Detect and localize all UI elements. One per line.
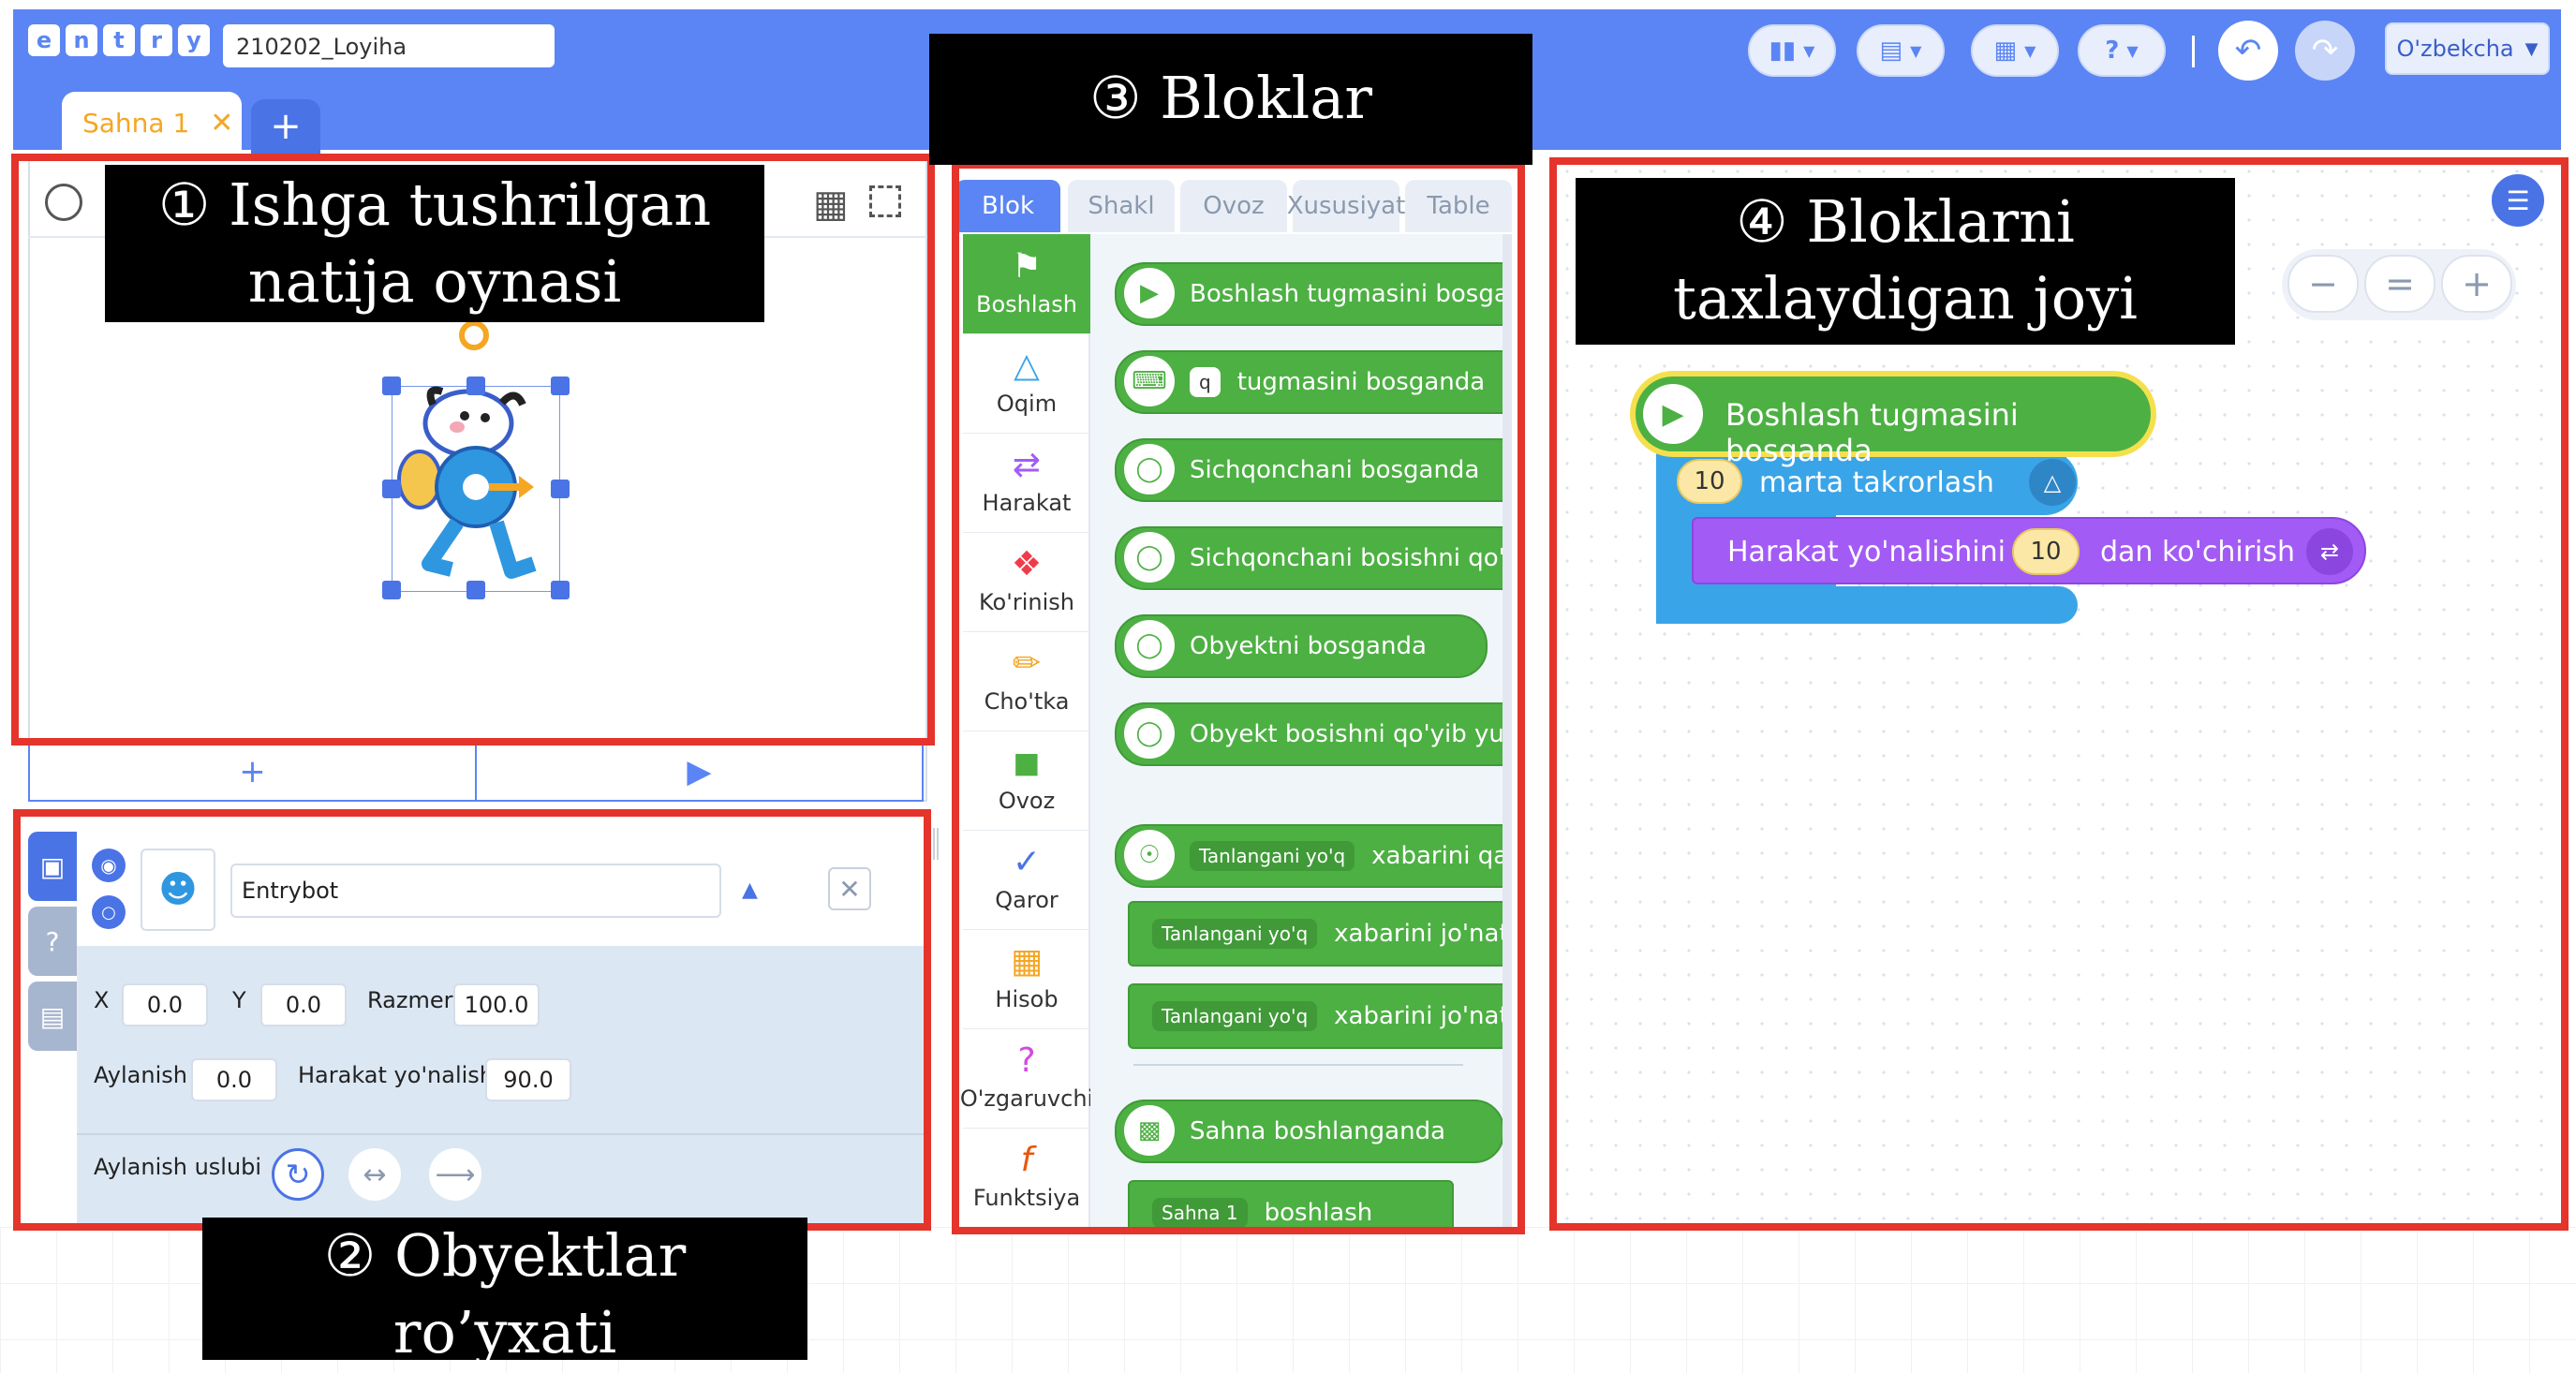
- scene-tab-label: Sahna 1: [82, 107, 190, 139]
- annotation-label-workspace: ④ Bloklarni taxlaydigan joyi: [1576, 178, 2235, 345]
- annotation-line: ② Obyektlar: [323, 1221, 687, 1290]
- chevron-down-icon: ▼: [2126, 41, 2139, 60]
- question-icon: ?: [2105, 37, 2120, 65]
- tab-scene-1[interactable]: Sahna 1 ✕: [62, 92, 242, 154]
- annotation-label-stage: ① Ishga tushrilgan natija oynasi: [105, 165, 764, 322]
- save-menu-button[interactable]: ▦ ▼: [1971, 24, 2059, 77]
- logo-letter: t: [103, 24, 135, 56]
- chevron-down-icon: ▼: [1803, 41, 1815, 60]
- annotation-line: ro’yxati: [392, 1298, 617, 1366]
- project-name-input[interactable]: 210202_Loyiha: [223, 24, 555, 67]
- redo-icon[interactable]: ↷: [2295, 21, 2355, 81]
- file-menu-button[interactable]: ▤ ▼: [1857, 24, 1945, 77]
- annotation-line: natija oynasi: [247, 247, 622, 316]
- logo-letter: y: [178, 24, 210, 56]
- document-icon: ▤: [1879, 37, 1903, 65]
- help-menu-button[interactable]: ? ▼: [2078, 24, 2166, 77]
- chevron-down-icon: ▼: [1910, 41, 1922, 60]
- annotation-box-objects: [13, 809, 931, 1231]
- splitter-handle[interactable]: [933, 828, 939, 860]
- annotation-line: ① Ishga tushrilgan: [157, 170, 712, 239]
- stage-controls: + ▶: [28, 744, 924, 802]
- annotation-line: taxlaydigan joyi: [1673, 264, 2138, 332]
- annotation-label-blocks: ③ Bloklar: [929, 34, 1532, 165]
- chevron-down-icon: ▼: [2524, 38, 2539, 59]
- undo-icon[interactable]: ↶: [2218, 21, 2278, 81]
- blocks-mode-icon: ▮▮: [1769, 37, 1797, 65]
- logo-letter: n: [66, 24, 97, 56]
- annotation-line: ④ Bloklarni: [1736, 187, 2075, 256]
- toolbar-divider: [2192, 36, 2195, 67]
- language-select[interactable]: O'zbekcha ▼: [2385, 22, 2550, 75]
- language-label: O'zbekcha: [2396, 36, 2514, 62]
- add-object-button[interactable]: +: [30, 744, 477, 800]
- mode-menu-button[interactable]: ▮▮ ▼: [1748, 24, 1836, 77]
- chevron-down-icon: ▼: [2024, 41, 2036, 60]
- annotation-line: ③ Bloklar: [1088, 64, 1372, 132]
- annotation-box-blocks: [952, 161, 1525, 1234]
- annotation-label-objects: ② Obyektlar ro’yxati: [202, 1218, 807, 1366]
- run-button[interactable]: ▶: [477, 744, 922, 800]
- save-icon: ▦: [1993, 37, 2018, 65]
- close-icon[interactable]: ✕: [210, 107, 233, 140]
- entry-logo[interactable]: e n t r y: [28, 24, 210, 56]
- add-scene-button[interactable]: +: [251, 99, 320, 154]
- logo-letter: r: [141, 24, 172, 56]
- logo-letter: e: [28, 24, 60, 56]
